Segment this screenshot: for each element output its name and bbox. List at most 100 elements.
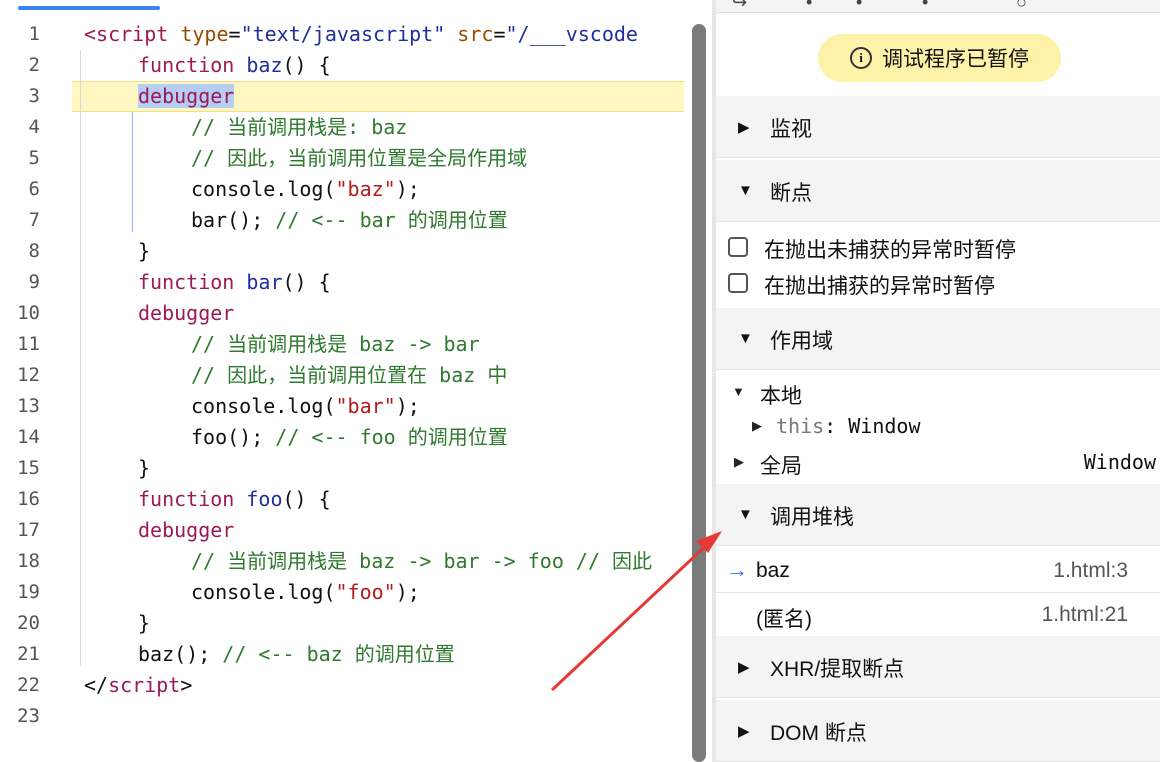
step-in-icon[interactable]: • (856, 0, 862, 13)
section-label: 作用域 (770, 330, 833, 353)
code-line-6: console.log("baz"); (191, 174, 420, 205)
code-token: function (138, 487, 235, 511)
code-token: foo(); (191, 425, 276, 449)
code-string: "bar" (335, 394, 396, 418)
step-icon[interactable]: ↪ (732, 0, 747, 13)
code-token: } (138, 239, 151, 263)
section-breakpoints[interactable]: ▼ 断点 (716, 160, 1160, 222)
scope-global-label: 全局 (760, 455, 802, 478)
code-line-19: console.log("foo"); (191, 577, 420, 608)
frame-name: baz (756, 559, 790, 582)
triangle-right-icon: ▶ (752, 418, 762, 433)
code-line-15: } (138, 453, 150, 484)
section-label: XHR/提取断点 (770, 658, 905, 681)
scope-sep: : (824, 414, 849, 438)
code-comment: // 因此，当前调用位置在 baz 中 (191, 363, 508, 387)
line-number: 22 (17, 674, 40, 696)
frame-location: 1.html:21 (1041, 603, 1128, 626)
section-watch[interactable]: ▶ 监视 (716, 96, 1160, 158)
code-line-22: </script> (84, 670, 192, 701)
code-token: () { (282, 487, 331, 511)
line-numbers: 1 2 3 4 5 6 7 8 9 10 11 12 13 14 15 16 1… (0, 19, 40, 732)
triangle-right-icon: ▶ (738, 723, 750, 740)
code-line-18: // 当前调用栈是 baz -> bar -> foo // 因此 (191, 546, 684, 577)
scope-local[interactable]: ▼ 本地 (716, 380, 1160, 410)
scope-global[interactable]: ▶ 全局 Window (716, 450, 1160, 480)
debugger-toolbar: ↪ • • • ○ (716, 0, 1160, 13)
code-string: "baz" (335, 177, 396, 201)
code-token: > (180, 673, 193, 697)
code-token: function (138, 270, 235, 294)
pause-on-caught-option[interactable]: 在抛出捕获的异常时暂停 (716, 270, 1160, 300)
line-number: 16 (17, 488, 40, 510)
section-label: 监视 (770, 118, 812, 141)
code-line-3: debugger (138, 81, 235, 112)
selected-token: debugger (138, 84, 235, 108)
code-line-1: <script type="text/javascript" src="/___… (84, 19, 638, 50)
line-number: 8 (28, 240, 40, 262)
callstack-frame[interactable]: → baz 1.html:3 (716, 549, 1160, 593)
line-number: 12 (17, 364, 40, 386)
search-icon[interactable]: ○ (1016, 0, 1027, 13)
paused-banner: i 调试程序已暂停 (818, 34, 1061, 82)
code-token: foo (234, 487, 283, 511)
debugger-sidebar: ↪ • • • ○ i 调试程序已暂停 ▶ 监视 ▼ 断点 在抛出未捕获的异常时… (716, 0, 1160, 762)
scope-key: this (776, 414, 825, 438)
frame-name: (匿名) (756, 608, 812, 631)
code-editor[interactable]: 1 2 3 4 5 6 7 8 9 10 11 12 13 14 15 16 1… (0, 0, 712, 762)
step-over-icon[interactable]: • (806, 0, 812, 13)
code-line-2: function baz() { (138, 50, 331, 81)
line-number: 23 (17, 705, 40, 727)
section-label: 调用堆栈 (770, 506, 854, 529)
editor-scrollbar[interactable] (692, 24, 706, 762)
line-number: 7 (28, 209, 40, 231)
code-line-21: baz(); // <-- baz 的调用位置 (138, 639, 455, 670)
line-number: 21 (17, 643, 40, 665)
section-xhr-breakpoints[interactable]: ▶ XHR/提取断点 (716, 636, 1160, 698)
line-number: 20 (17, 612, 40, 634)
callstack-frame[interactable]: (匿名) 1.html:21 (716, 593, 1160, 637)
line-number: 2 (28, 54, 40, 76)
line-number: 4 (28, 116, 40, 138)
code-line-7: bar(); // <-- bar 的调用位置 (191, 205, 508, 236)
code-token: debugger (138, 301, 235, 325)
code-token: "/___vscode (505, 22, 638, 46)
triangle-right-icon: ▶ (738, 659, 750, 676)
code-line-17: debugger (138, 515, 234, 546)
pause-on-uncaught-option[interactable]: 在抛出未捕获的异常时暂停 (716, 234, 1160, 264)
code-comment: // <-- baz 的调用位置 (222, 642, 455, 666)
code-token: "text/javascript" (240, 22, 446, 46)
option-label: 在抛出未捕获的异常时暂停 (764, 239, 1016, 262)
code-token: console.log( (191, 177, 336, 201)
code-token: ); (395, 177, 420, 201)
code-token: type (168, 22, 229, 46)
line-number: 10 (17, 302, 40, 324)
section-scope[interactable]: ▼ 作用域 (716, 308, 1160, 370)
indent-guide (80, 50, 81, 666)
code-token: } (138, 456, 151, 480)
code-token: ); (395, 580, 420, 604)
uncaught-exception-checkbox[interactable] (728, 237, 748, 257)
code-token: = (493, 22, 506, 46)
code-comment: // 当前调用栈是 baz -> bar -> foo // 因此 (191, 549, 653, 573)
step-out-icon[interactable]: • (922, 0, 928, 13)
line-number: 6 (28, 178, 40, 200)
line-number: 9 (28, 271, 40, 293)
triangle-down-icon: ▼ (738, 182, 753, 199)
triangle-right-icon: ▶ (734, 454, 744, 469)
code-token: bar(); (191, 208, 276, 232)
active-tab-indicator (18, 6, 160, 10)
caught-exception-checkbox[interactable] (728, 273, 748, 293)
section-dom-breakpoints[interactable]: ▶ DOM 断点 (716, 700, 1160, 762)
line-number: 17 (17, 519, 40, 541)
code-comment: // 当前调用栈是 baz -> bar (191, 332, 480, 356)
section-callstack[interactable]: ▼ 调用堆栈 (716, 484, 1160, 546)
code-line-11: // 当前调用栈是 baz -> bar (191, 329, 480, 360)
code-token: = (228, 22, 241, 46)
triangle-right-icon: ▶ (738, 119, 750, 136)
scope-this-row[interactable]: ▶ this: Window (716, 414, 1160, 444)
code-token: () { (282, 270, 331, 294)
code-token: script (108, 673, 181, 697)
code-line-8: } (138, 236, 150, 267)
line-number: 11 (17, 333, 40, 355)
